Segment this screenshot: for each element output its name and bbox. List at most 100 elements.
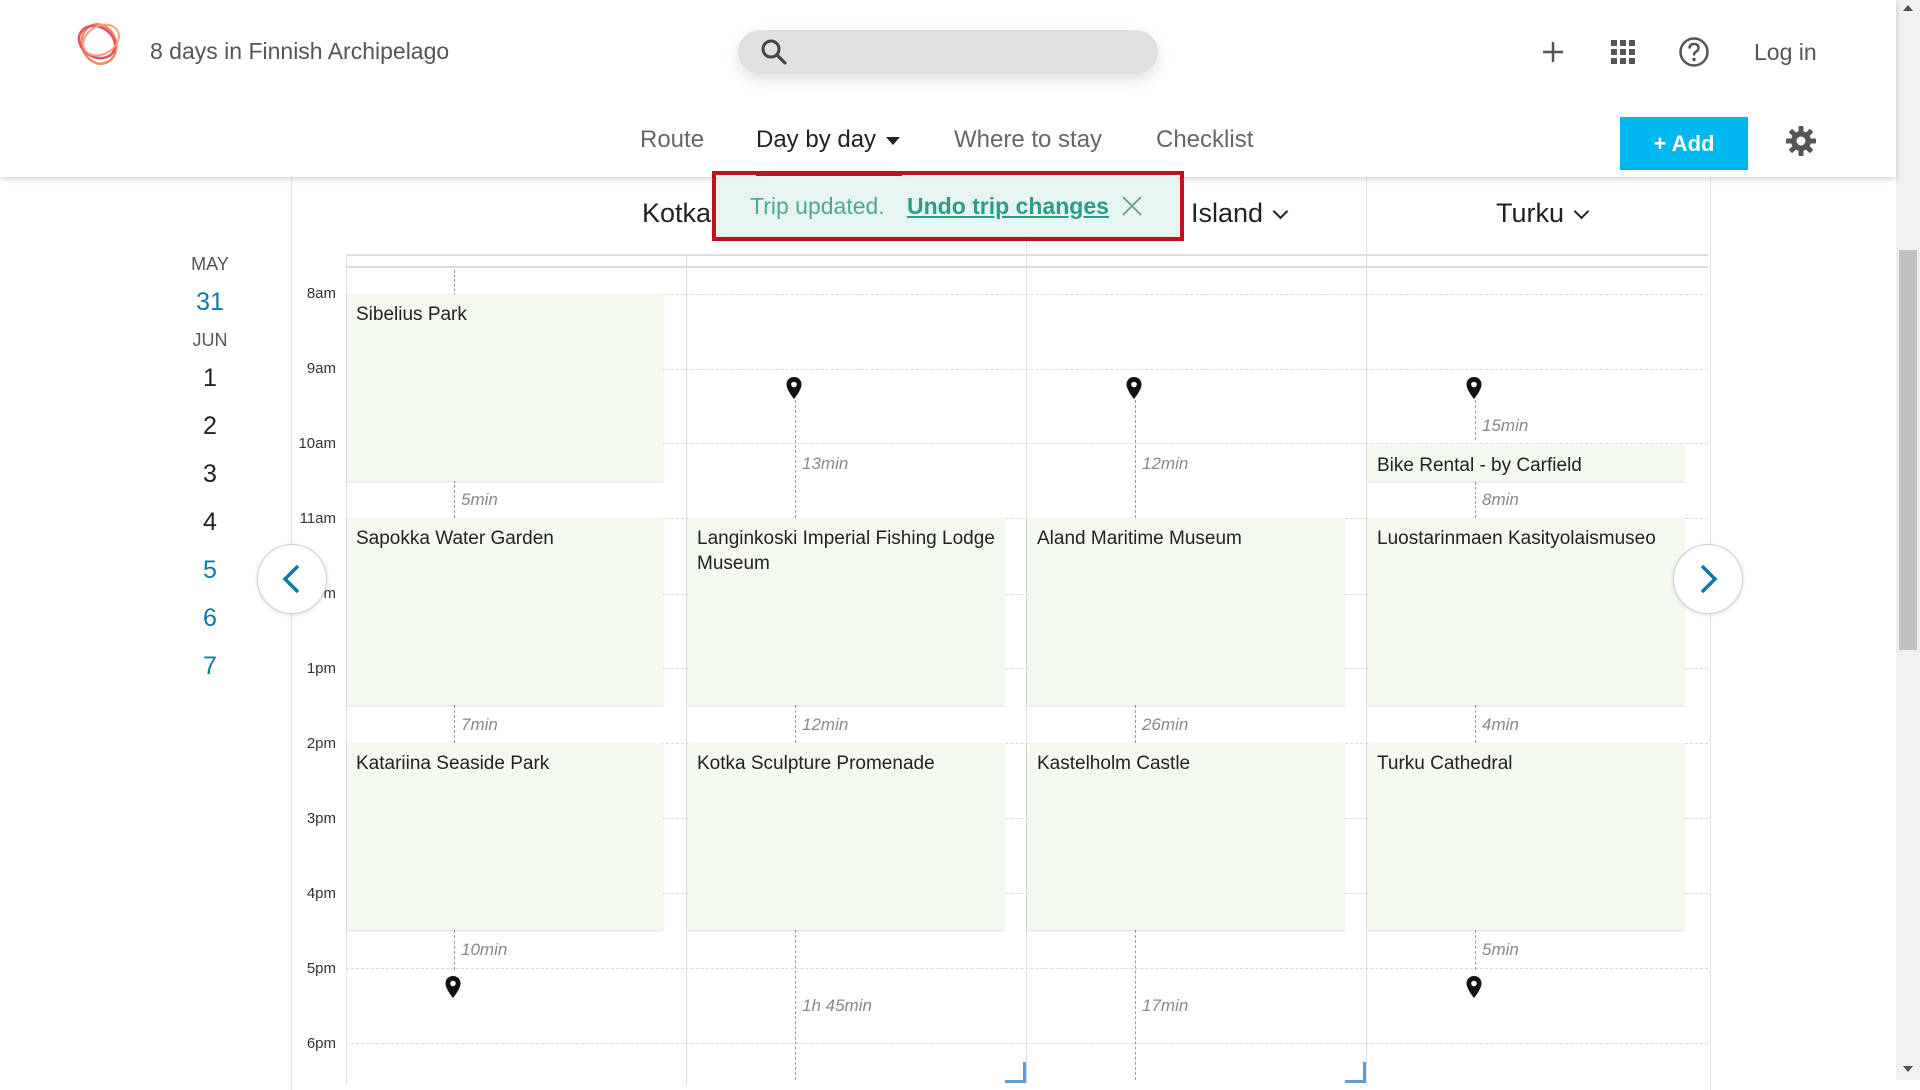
travel-time: 5min	[461, 490, 498, 509]
event-title: Aland Maritime Museum	[1037, 528, 1242, 549]
chevron-left-icon	[282, 564, 300, 594]
column-divider	[686, 254, 687, 1084]
travel-connector	[454, 480, 455, 518]
hour-line	[346, 968, 1708, 969]
event-card[interactable]: Sibelius Park	[347, 294, 663, 481]
event-card[interactable]: Katariina Seaside Park	[347, 743, 663, 930]
travel-connector	[454, 705, 455, 743]
column-header-island[interactable]: Island	[1191, 198, 1289, 229]
location-pin-icon[interactable]	[1465, 975, 1483, 999]
travel-time: 8min	[1482, 490, 1519, 509]
date-jun-3[interactable]: 3	[180, 450, 240, 498]
travel-time: 17min	[1142, 996, 1189, 1015]
top-header: 8 days in Finnish Archipelago Log in Rou…	[0, 0, 1896, 177]
event-card[interactable]: Kotka Sculpture Promenade	[688, 743, 1004, 930]
date-may-31[interactable]: 31	[180, 278, 240, 326]
column-title: Turku	[1496, 198, 1565, 228]
hour-line	[346, 1043, 1708, 1044]
event-card[interactable]: Bike Rental - by Carfield	[1368, 445, 1684, 481]
date-jun-5[interactable]: 5	[180, 546, 240, 594]
event-card[interactable]: Langinkoski Imperial Fishing Lodge Museu…	[688, 518, 1004, 705]
page-scrollbar[interactable]	[1896, 0, 1920, 1080]
help-icon[interactable]	[1678, 36, 1710, 68]
tab-where-to-stay[interactable]: Where to stay	[954, 126, 1102, 154]
event-card[interactable]: Luostarinmaen Kasityolaismuseo	[1368, 518, 1684, 705]
travel-connector	[454, 930, 455, 970]
hour-label: 6pm	[306, 1035, 336, 1052]
scroll-thumb[interactable]	[1899, 250, 1917, 650]
travel-connector	[1135, 705, 1136, 743]
hour-label: 5pm	[306, 960, 336, 977]
apps-grid-icon[interactable]	[1607, 36, 1639, 68]
event-card[interactable]: Sapokka Water Garden	[347, 518, 663, 705]
logo-icon[interactable]	[73, 16, 125, 68]
travel-connector	[795, 930, 796, 1080]
event-title: Bike Rental - by Carfield	[1377, 455, 1582, 476]
search-icon	[761, 39, 787, 65]
column-divider	[1366, 254, 1367, 1084]
event-card[interactable]: Kastelholm Castle	[1028, 743, 1344, 930]
plus-icon[interactable]	[1537, 36, 1569, 68]
event-title: Kastelholm Castle	[1037, 753, 1191, 774]
travel-time: 12min	[802, 715, 849, 734]
date-rail: MAY 31 JUN 1 2 3 4 5 6 7	[180, 250, 240, 690]
travel-time: 7min	[461, 715, 498, 734]
scroll-down-icon[interactable]	[1903, 1066, 1913, 1072]
column-title: Kotka	[642, 198, 712, 228]
search-input[interactable]	[738, 30, 1158, 74]
travel-connector	[1475, 400, 1476, 440]
chevron-down-icon	[1573, 203, 1590, 220]
event-card[interactable]: Aland Maritime Museum	[1028, 518, 1344, 705]
view-tabs: Route Day by day Where to stay Checklist	[0, 126, 1896, 166]
date-jun-6[interactable]: 6	[180, 594, 240, 642]
tab-day-by-day[interactable]: Day by day	[756, 126, 901, 154]
month-label-may: MAY	[191, 254, 229, 274]
location-pin-icon[interactable]	[785, 376, 803, 400]
column-title: Island	[1191, 198, 1264, 228]
event-title: Sapokka Water Garden	[356, 528, 554, 549]
trip-title[interactable]: 8 days in Finnish Archipelago	[150, 38, 449, 65]
tab-day-by-day-label: Day by day	[756, 126, 877, 153]
add-button[interactable]: + Add	[1620, 117, 1748, 170]
location-pin-icon[interactable]	[1465, 376, 1483, 400]
hour-label: 2pm	[306, 735, 336, 752]
tab-route[interactable]: Route	[640, 126, 704, 154]
travel-connector	[1475, 930, 1476, 970]
date-jun-4[interactable]: 4	[180, 498, 240, 546]
date-jun-7[interactable]: 7	[180, 642, 240, 690]
travel-time: 15min	[1482, 416, 1529, 435]
event-title: Langinkoski Imperial Fishing Lodge Museu…	[697, 528, 995, 574]
header-divider	[1366, 177, 1367, 254]
event-card[interactable]: Turku Cathedral	[1368, 743, 1684, 930]
hour-label: 9am	[306, 360, 336, 377]
hour-label: 11am	[299, 510, 336, 527]
travel-time: 4min	[1482, 715, 1519, 734]
location-pin-icon[interactable]	[1125, 376, 1143, 400]
previous-days-button[interactable]	[257, 544, 327, 614]
travel-time: 1h 45min	[802, 996, 872, 1015]
travel-connector	[1135, 930, 1136, 1080]
tab-checklist[interactable]: Checklist	[1156, 126, 1253, 154]
caret-down-icon	[886, 136, 901, 145]
travel-time: 26min	[1142, 715, 1189, 734]
event-title: Luostarinmaen Kasityolaismuseo	[1377, 528, 1656, 549]
location-pin-icon[interactable]	[444, 975, 462, 999]
column-header-turku[interactable]: Turku	[1496, 198, 1590, 229]
login-link[interactable]: Log in	[1754, 39, 1817, 66]
next-days-button[interactable]	[1673, 544, 1743, 614]
chevron-down-icon	[1272, 203, 1289, 220]
travel-connector	[1135, 400, 1136, 518]
travel-time: 13min	[802, 454, 849, 473]
scroll-up-icon[interactable]	[1903, 5, 1913, 11]
date-jun-2[interactable]: 2	[180, 402, 240, 450]
column-divider	[1026, 254, 1027, 1084]
travel-connector	[795, 400, 796, 518]
travel-connector	[1475, 482, 1476, 518]
travel-time: 10min	[461, 940, 508, 959]
date-jun-1[interactable]: 1	[180, 354, 240, 402]
event-title: Kotka Sculpture Promenade	[697, 753, 935, 774]
event-title: Turku Cathedral	[1377, 753, 1513, 774]
gear-icon[interactable]	[1784, 124, 1818, 158]
travel-connector	[795, 705, 796, 743]
column-header-kotka[interactable]: Kotka	[642, 198, 711, 229]
